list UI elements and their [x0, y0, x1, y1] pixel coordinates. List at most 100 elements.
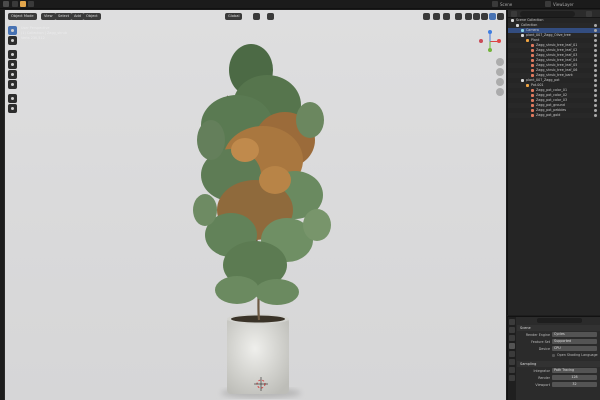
osl-checkbox[interactable]	[552, 353, 555, 357]
integrator-row: Integrator Path Tracing	[517, 367, 600, 374]
render-tab-icon[interactable]	[509, 327, 515, 333]
properties-search-input[interactable]	[537, 318, 582, 323]
y-axis-icon[interactable]	[488, 48, 492, 52]
collection-icon	[521, 78, 524, 82]
render-engine-label: Render Engine	[525, 332, 550, 337]
modifier-tab-icon[interactable]	[509, 367, 515, 373]
render-engine-select[interactable]: Cycles	[552, 332, 597, 337]
mesh-icon	[531, 48, 534, 52]
outliner-row-label: Pot.001	[531, 83, 544, 87]
visibility-eye-icon[interactable]	[594, 64, 597, 67]
integrator-select[interactable]: Path Tracing	[552, 368, 597, 373]
properties-search	[517, 317, 600, 324]
visibility-eye-icon[interactable]	[594, 54, 597, 57]
mesh-icon	[531, 63, 534, 67]
visibility-eye-icon[interactable]	[594, 99, 597, 102]
outliner-row-label: plant_007_Zagg_Olive_tree	[526, 33, 571, 37]
visibility-eye-icon[interactable]	[594, 74, 597, 77]
device-label: Device	[538, 346, 550, 351]
mesh-icon	[531, 93, 534, 97]
mesh-icon	[531, 43, 534, 47]
world-tab-icon[interactable]	[509, 351, 515, 357]
pan-icon[interactable]	[496, 68, 504, 76]
outliner-row-label: Zagg_shrub_tree_leaf_02	[536, 48, 578, 52]
visibility-eye-icon[interactable]	[594, 94, 597, 97]
outliner-row-label: plant_007_Zagg_pot	[526, 78, 560, 82]
visibility-eye-icon[interactable]	[594, 34, 597, 37]
visibility-eye-icon[interactable]	[594, 89, 597, 92]
top-bar: Scene ViewLayer	[0, 0, 600, 9]
mesh-icon	[531, 53, 534, 57]
visibility-eye-icon[interactable]	[594, 69, 597, 72]
mesh-icon	[531, 103, 534, 107]
camera-icon	[521, 28, 524, 32]
neg-x-axis-icon[interactable]	[479, 39, 483, 43]
outliner-search-input[interactable]	[520, 11, 575, 17]
render-icon[interactable]	[20, 1, 26, 7]
visibility-eye-icon[interactable]	[594, 114, 597, 117]
outliner-row-label: Plant	[531, 38, 540, 42]
device-row: Device CPU	[517, 345, 600, 352]
properties-tabs	[508, 317, 516, 400]
zoom-icon[interactable]	[496, 58, 504, 66]
integrator-label: Integrator	[533, 368, 550, 373]
view-layer-icon[interactable]	[545, 1, 551, 7]
feature-set-label: Feature Set	[531, 339, 550, 344]
tool-tab-icon[interactable]	[509, 319, 515, 325]
camera-view-icon[interactable]	[496, 78, 504, 86]
outliner-row[interactable]: Zagg_pot_gold	[508, 113, 600, 118]
foliage	[193, 44, 331, 305]
outliner-row-label: Zagg_pot_color_03	[536, 98, 568, 102]
material-tab-icon[interactable]	[509, 375, 515, 381]
outliner-header	[508, 10, 600, 18]
outliner-row-label: Zagg_pot_ground	[536, 103, 565, 107]
visibility-eye-icon[interactable]	[594, 29, 597, 32]
scene-tab-icon[interactable]	[509, 343, 515, 349]
outliner-row-label: Zagg_shrub_tree_leaf_04	[536, 58, 578, 62]
z-axis-icon[interactable]	[488, 30, 492, 34]
workspace-icon[interactable]	[28, 1, 34, 7]
perspective-toggle-icon[interactable]	[496, 88, 504, 96]
output-tab-icon[interactable]	[509, 335, 515, 341]
feature-set-select[interactable]: Supported	[552, 339, 597, 344]
object-tab-icon[interactable]	[509, 359, 515, 365]
rendered-plant-image	[193, 44, 331, 398]
display-mode-icon[interactable]	[511, 11, 517, 17]
object-icon	[526, 38, 529, 42]
file-menu-icon[interactable]	[12, 1, 18, 7]
mesh-icon	[531, 73, 534, 77]
mesh-icon	[531, 113, 534, 117]
visibility-eye-icon[interactable]	[594, 49, 597, 52]
visibility-eye-icon[interactable]	[594, 84, 597, 87]
render-samples-label: Render	[538, 375, 550, 380]
outliner-row-label: Camera	[526, 28, 539, 32]
object-icon	[526, 83, 529, 87]
visibility-eye-icon[interactable]	[594, 59, 597, 62]
scene-icon[interactable]	[492, 1, 498, 7]
visibility-eye-icon[interactable]	[594, 24, 597, 27]
filter-icon[interactable]	[586, 11, 592, 17]
device-select[interactable]: CPU	[552, 346, 597, 351]
x-axis-icon[interactable]	[497, 39, 501, 43]
visibility-eye-icon[interactable]	[594, 104, 597, 107]
visibility-eye-icon[interactable]	[594, 39, 597, 42]
view-layer-selector[interactable]: ViewLayer	[553, 2, 574, 7]
3d-viewport[interactable]: Object Mode View Select Add Object Globa…	[4, 10, 506, 400]
visibility-eye-icon[interactable]	[594, 44, 597, 47]
blender-logo-icon[interactable]	[3, 1, 9, 7]
mesh-icon	[531, 68, 534, 72]
scene-selector[interactable]: Scene	[500, 2, 512, 7]
visibility-eye-icon[interactable]	[594, 79, 597, 82]
outliner-row-label: Collection	[521, 23, 538, 27]
outliner-row-label: Zagg_pot_color_01	[536, 88, 568, 92]
viewport-samples-field[interactable]: 32	[552, 382, 597, 387]
visibility-eye-icon[interactable]	[594, 109, 597, 112]
viewport-samples-label: Viewport	[535, 382, 550, 387]
render-samples-field[interactable]: 128	[552, 375, 597, 380]
navigation-gizmo[interactable]	[479, 30, 501, 52]
collection-icon	[516, 23, 519, 27]
outliner-row-label: Zagg_shrub_tree_leaf_05	[536, 63, 578, 67]
properties-panel: Scene Render Engine Cycles Feature Set S…	[507, 316, 600, 400]
mesh-icon	[531, 108, 534, 112]
outliner-row-label: Zagg_shrub_tree_leaf_01	[536, 43, 578, 47]
